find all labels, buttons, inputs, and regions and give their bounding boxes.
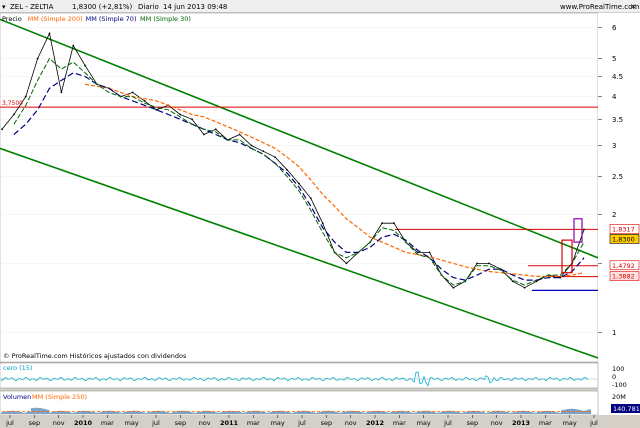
dropdown-arrow-icon[interactable]: ▾ [2, 3, 6, 11]
x-tick-label: nov [199, 419, 211, 427]
x-tick-label: mar [393, 419, 406, 427]
x-tick-label: may [417, 419, 431, 427]
volume-legend-ma: MM (Simple 250) [32, 393, 87, 401]
price-point [523, 286, 526, 289]
price-point [131, 91, 134, 94]
price-point [381, 222, 383, 225]
volume-value-label: 140.781 [613, 405, 640, 413]
price-point [155, 108, 158, 111]
chart-window: ▾ ZEL - ZELTIA 1,8300 (+2,81%) Diario 14… [0, 0, 640, 428]
price-point [262, 150, 265, 153]
oscillator-legend: cero (15) [3, 364, 33, 372]
price-point [428, 251, 431, 254]
x-tick-label: nov [345, 419, 357, 427]
price-point [298, 182, 300, 185]
price-point [286, 168, 288, 171]
legend-item: MM (Simple 200) [28, 15, 83, 23]
price-point [143, 99, 146, 102]
instrument-title: ZEL - ZELTIA [10, 3, 54, 11]
y-tick-label: 4 [612, 93, 617, 101]
price-point [416, 251, 419, 254]
price-point [36, 57, 39, 60]
price-point [583, 228, 585, 231]
y-tick-label: 2.5 [612, 173, 623, 181]
price-point [238, 133, 241, 136]
price-point [1, 128, 3, 131]
x-tick-label: mar [247, 419, 260, 427]
site-link[interactable]: www.ProRealTime.com [560, 3, 639, 11]
legend-item: MM (Simple 70) [86, 15, 137, 23]
value-box-label: 1,8317 [612, 225, 635, 233]
x-tick-label: jul [5, 419, 14, 427]
price-point [452, 286, 455, 289]
x-tick-label: jul [443, 419, 452, 427]
y-tick-label: 5 [612, 55, 616, 63]
y-tick-label: 3 [612, 142, 616, 150]
x-tick-label: 2011 [220, 419, 239, 427]
y-tick-label: 1 [612, 329, 616, 337]
price-point [214, 128, 217, 131]
chart-footnote: © ProRealTime.com Históricos ajustados c… [3, 352, 187, 360]
level-tag: 3,7500 [2, 100, 23, 107]
price-point [321, 222, 324, 225]
price-point [250, 144, 253, 147]
price-point [511, 280, 514, 283]
x-tick-label: may [125, 419, 139, 427]
x-tick-label: 2013 [512, 419, 530, 427]
close-icon[interactable]: × [630, 2, 637, 11]
legend-item: MM (Simple 30) [140, 15, 191, 23]
osc-tick-label: -100 [612, 381, 627, 389]
price-point [488, 262, 490, 265]
x-tick-label: may [563, 419, 577, 427]
legend-item: Precio [2, 15, 22, 23]
price-point [274, 156, 277, 159]
x-tick-label: mar [539, 419, 552, 427]
x-tick-label: may [271, 419, 285, 427]
chart-period: Diario [138, 3, 159, 11]
x-tick-label: jul [589, 419, 598, 427]
price-point [12, 113, 15, 116]
oscillator-panel [0, 362, 599, 389]
x-tick-label: sep [321, 419, 333, 427]
instrument-price: 1,8300 (+2,81%) [72, 3, 133, 11]
price-point [24, 95, 27, 98]
price-point [191, 118, 193, 121]
price-point [476, 262, 479, 265]
x-tick-label: mar [101, 419, 114, 427]
value-box-label: 1,4792 [612, 262, 635, 270]
volume-tick-label: 20M [612, 393, 626, 401]
x-tick-label: sep [29, 419, 41, 427]
price-point [179, 113, 182, 116]
x-tick-label: jul [297, 419, 306, 427]
x-tick-label: sep [467, 419, 479, 427]
x-tick-label: 2010 [74, 419, 93, 427]
x-tick-label: jul [151, 419, 160, 427]
price-point [309, 197, 312, 200]
value-box-label: 1,8300 [612, 235, 635, 243]
x-tick-label: 2012 [366, 419, 384, 427]
x-tick-label: sep [175, 419, 187, 427]
osc-tick-label: 0 [612, 373, 616, 381]
x-tick-label: nov [53, 419, 65, 427]
chart-date: 14 jun 2013 09:48 [163, 3, 227, 11]
price-point [72, 44, 75, 47]
y-tick-label: 3.5 [612, 116, 623, 124]
y-tick-label: 2 [612, 211, 616, 219]
value-box-label: 1,3882 [612, 273, 635, 281]
price-point [48, 32, 51, 35]
price-point [203, 133, 205, 136]
x-tick-label: nov [491, 419, 503, 427]
price-point [84, 64, 87, 67]
price-point [393, 222, 395, 225]
chart-svg: ▾ ZEL - ZELTIA 1,8300 (+2,81%) Diario 14… [0, 0, 640, 428]
price-point [60, 91, 63, 94]
y-tick-label: 6 [612, 24, 617, 32]
price-point [345, 262, 348, 265]
price-point [559, 276, 562, 279]
y-tick-label: 4.5 [612, 73, 623, 81]
volume-legend-title: Volumen [3, 393, 31, 401]
osc-tick-label: 100 [612, 365, 624, 373]
